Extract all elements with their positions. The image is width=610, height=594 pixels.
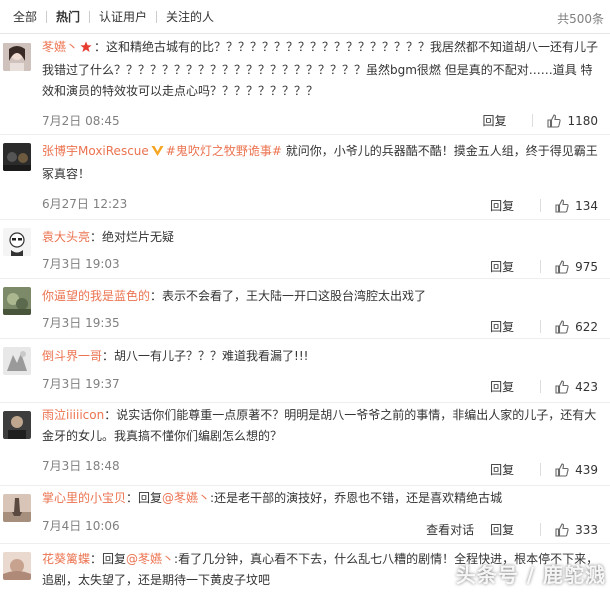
thumbs-up-icon xyxy=(547,113,562,128)
star-badge-icon xyxy=(80,39,92,60)
comment-body: 张博宇MoxiRescue #鬼吹灯之牧野诡事# 就问你，小爷儿的兵器酷不酷！摸金… xyxy=(42,141,602,185)
like-button[interactable]: 439 xyxy=(555,463,598,477)
mention-link[interactable]: @苳嬿丶 xyxy=(126,552,174,566)
thumbs-up-icon xyxy=(555,319,569,334)
comment-username[interactable]: 掌心里的小宝贝 xyxy=(42,491,126,505)
like-button[interactable]: 1180 xyxy=(547,114,598,128)
view-conversation-link[interactable]: 查看对话 xyxy=(426,521,474,538)
like-count: 333 xyxy=(575,522,598,537)
like-button[interactable]: 333 xyxy=(555,523,598,537)
tab-hot[interactable]: 热门 xyxy=(47,10,89,24)
like-count: 439 xyxy=(575,462,598,477)
action-divider xyxy=(540,320,542,333)
comment-total-count: 共500条 xyxy=(557,12,604,26)
comment-item: 张博宇MoxiRescue #鬼吹灯之牧野诡事# 就问你，小爷儿的兵器酷不酷！摸金… xyxy=(0,135,610,220)
comment-item: 掌心里的小宝贝：回复@苳嬿丶:还是老干部的演技好，乔恩也不错，还是喜欢精绝古城 … xyxy=(0,486,610,544)
action-divider xyxy=(540,380,542,393)
comment-body: 苳嬿丶 ：这和精绝古城有的比？？？？？？？？？？？？？？？？？？我居然都不知道胡八… xyxy=(42,37,602,102)
topic-link[interactable]: #鬼吹灯之牧野诡事# xyxy=(166,144,282,158)
thumbs-up-icon xyxy=(555,379,569,394)
thumbs-up-icon xyxy=(555,198,569,213)
reply-button[interactable]: 回复 xyxy=(490,258,514,275)
like-count: 1180 xyxy=(567,113,598,128)
comment-text: :还是老干部的演技好，乔恩也不错，还是喜欢精绝古城 xyxy=(210,491,503,505)
reply-button[interactable]: 回复 xyxy=(490,521,514,538)
watermark-text: 头条号 / 鹿鸵溅 xyxy=(455,563,606,587)
like-count: 423 xyxy=(575,379,598,394)
reply-button[interactable]: 回复 xyxy=(482,112,506,129)
comment-item: 苳嬿丶 ：这和精绝古城有的比？？？？？？？？？？？？？？？？？？我居然都不知道胡八… xyxy=(0,35,610,135)
avatar[interactable] xyxy=(3,347,31,375)
comment-body: 倒斗界一哥：胡八一有儿子？？？难道我看漏了!!! xyxy=(42,346,602,367)
comment-username[interactable]: 袁大头亮 xyxy=(42,230,90,244)
comment-text: ：表示不会看了，王大陆一开口这股台湾腔太出戏了 xyxy=(150,289,427,303)
avatar[interactable] xyxy=(3,552,31,580)
reply-button[interactable]: 回复 xyxy=(490,461,514,478)
action-divider xyxy=(532,114,534,127)
comment-username[interactable]: 苳嬿丶 xyxy=(42,40,78,54)
comment-time: 6月27日 12:23 xyxy=(42,197,128,211)
avatar[interactable] xyxy=(3,143,31,171)
action-divider xyxy=(540,523,542,536)
comment-text: ：说实话你们能尊重一点原著不？明明是胡八一爷爷之前的事情，非编出人家的儿子，还有… xyxy=(42,408,597,443)
vip-v-badge-icon xyxy=(151,143,164,164)
comment-item: 你逼望的我是蓝色的：表示不会看了，王大陆一开口这股台湾腔太出戏了 7月3日 19… xyxy=(0,279,610,339)
reply-button[interactable]: 回复 xyxy=(490,378,514,395)
reply-prefix: ：回复 xyxy=(90,552,127,566)
comment-item: 袁大头亮：绝对烂片无疑 7月3日 19:03 回复 975 xyxy=(0,220,610,279)
like-count: 622 xyxy=(575,319,598,334)
mention-link[interactable]: @苳嬿丶 xyxy=(162,491,210,505)
comment-time: 7月3日 19:37 xyxy=(42,377,120,391)
comment-time: 7月2日 08:45 xyxy=(42,114,120,128)
comment-body: 掌心里的小宝贝：回复@苳嬿丶:还是老干部的演技好，乔恩也不错，还是喜欢精绝古城 xyxy=(42,488,602,509)
thumbs-up-icon xyxy=(555,522,569,537)
avatar[interactable] xyxy=(3,411,31,439)
thumbs-up-icon xyxy=(555,259,569,274)
comment-text: ：绝对烂片无疑 xyxy=(90,230,175,244)
like-button[interactable]: 622 xyxy=(555,320,598,334)
tab-all[interactable]: 全部 xyxy=(4,10,46,24)
action-divider xyxy=(540,463,542,476)
reply-button[interactable]: 回复 xyxy=(490,318,514,335)
comment-username[interactable]: 你逼望的我是蓝色的 xyxy=(42,289,150,303)
comment-text: ：胡八一有儿子？？？难道我看漏了!!! xyxy=(102,349,309,363)
comment-username[interactable]: 张博宇MoxiRescue xyxy=(42,144,149,158)
comment-body: 袁大头亮：绝对烂片无疑 xyxy=(42,227,602,248)
comment-time: 7月4日 10:06 xyxy=(42,519,120,533)
action-divider xyxy=(540,260,542,273)
like-count: 134 xyxy=(575,198,598,213)
avatar[interactable] xyxy=(3,43,31,71)
comment-time: 7月3日 19:35 xyxy=(42,316,120,330)
tab-following[interactable]: 关注的人 xyxy=(157,10,223,24)
reply-button[interactable]: 回复 xyxy=(490,197,514,214)
comment-username[interactable]: 花葵篱蝶 xyxy=(42,552,90,566)
avatar[interactable] xyxy=(3,228,31,256)
comment-filter-tabs: 全部 热门 认证用户 关注的人 共500条 xyxy=(0,0,610,34)
comment-body: 你逼望的我是蓝色的：表示不会看了，王大陆一开口这股台湾腔太出戏了 xyxy=(42,286,602,307)
tab-verified-users[interactable]: 认证用户 xyxy=(90,10,156,24)
avatar[interactable] xyxy=(3,494,31,522)
comment-time: 7月3日 18:48 xyxy=(42,459,120,473)
like-count: 975 xyxy=(575,259,598,274)
comment-item: 雨泣iiiiicon：说实话你们能尊重一点原著不？明明是胡八一爷爷之前的事情，非… xyxy=(0,403,610,486)
reply-prefix: ：回复 xyxy=(126,491,163,505)
like-button[interactable]: 134 xyxy=(555,199,598,213)
like-button[interactable]: 975 xyxy=(555,260,598,274)
like-button[interactable]: 423 xyxy=(555,380,598,394)
comment-username[interactable]: 倒斗界一哥 xyxy=(42,349,102,363)
thumbs-up-icon xyxy=(555,462,569,477)
comment-text: ：这和精绝古城有的比？？？？？？？？？？？？？？？？？？我居然都不知道胡八一还有… xyxy=(42,40,599,98)
comment-username[interactable]: 雨泣iiiiicon xyxy=(42,408,104,422)
action-divider xyxy=(540,199,542,212)
comment-time: 7月3日 19:03 xyxy=(42,257,120,271)
comment-body: 雨泣iiiiicon：说实话你们能尊重一点原著不？明明是胡八一爷爷之前的事情，非… xyxy=(42,405,602,447)
avatar[interactable] xyxy=(3,287,31,315)
comment-item: 倒斗界一哥：胡八一有儿子？？？难道我看漏了!!! 7月3日 19:37 回复 4… xyxy=(0,339,610,403)
